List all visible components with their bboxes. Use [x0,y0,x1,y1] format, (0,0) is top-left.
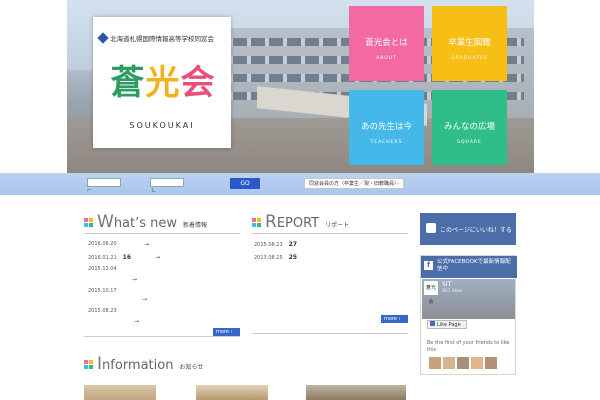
class-select-corner-icon: ∟ [151,187,157,194]
report-divider [252,233,408,234]
whatsnew-divider [84,233,240,234]
news-date: 2015.11.04 [88,266,117,272]
friend-avatar[interactable] [471,357,483,369]
facebook-small-icon [430,321,435,326]
logo-kanji: 蒼光会 [110,63,216,103]
facebook-like-button[interactable]: このページにいいね！する [420,213,516,245]
site-logo[interactable]: 北海道札幌国際情報高等学校同窓会 蒼光会 SOUKOUKAI [93,17,231,148]
friend-avatar[interactable] [485,357,497,369]
like-label: このページにいいね！する [440,227,512,234]
tile-square[interactable]: みんなの広場 SQUARE [432,90,507,165]
logo-roman: SOUKOUKAI [129,121,195,130]
friend-avatar[interactable] [443,357,455,369]
news-date: 2015.10.17 [88,288,117,294]
thumbs-up-icon [426,223,436,233]
facebook-page-name[interactable]: SIT [442,281,451,288]
facebook-widget: f 公式FACEBOOKで最新情報配信中 蒼光会 SIT 951 likes L… [420,255,517,375]
friend-avatar[interactable] [429,357,441,369]
report-more-button[interactable]: more › [381,315,408,323]
whatsnew-title: What’s new 新着情報 [97,212,208,232]
facebook-cover-photo[interactable]: 蒼光会 SIT 951 likes Like Page [422,279,515,329]
whatsnew-more-button[interactable]: more › [213,328,240,336]
information-image[interactable] [84,385,156,400]
year-select-corner-icon: ⌐ [87,187,93,194]
chevron-right-icon: › [397,181,399,187]
whatsnew-bottom-rule [84,336,240,337]
report-bottom-rule [252,333,408,334]
information-image[interactable] [196,385,268,400]
tile-about[interactable]: 蒼光会とは ABOUT [349,6,424,81]
information-quad-icon [84,360,94,370]
news-date: 2015.08.23 [88,308,117,314]
like-page-button[interactable]: Like Page [427,320,467,329]
news-date: 2016.06.20 [88,241,117,247]
information-title: Information お知らせ [97,354,204,374]
search-bar: ⌐ ∟ GO 同窓会員の方（卒業生／現・旧教職員） › [0,173,600,195]
news-link-arrow[interactable]: → [144,241,149,248]
whatsnew-quad-icon [84,218,94,228]
facebook-widget-header: f 公式FACEBOOKで最新情報配信中 [421,256,517,278]
report-title: REPORT リポート [265,212,350,232]
news-link-arrow[interactable]: → [134,318,139,325]
news-link-arrow[interactable]: → [142,296,147,303]
report-item[interactable]: 2015.08.23 27 [254,241,297,248]
facebook-like-count: 951 likes [442,289,463,294]
facebook-page-logo: 蒼光会 [424,281,438,305]
friend-avatar[interactable] [457,357,469,369]
report-item[interactable]: 2013.08.25 25 [254,254,297,261]
year-select[interactable] [87,178,121,187]
news-date: 2016.01.21 16 [88,254,131,261]
tile-graduates[interactable]: 卒業生図鑑 GRADUATES [432,6,507,81]
news-link-arrow[interactable]: → [155,254,160,261]
information-image[interactable] [306,385,406,400]
org-diamond-icon [97,32,109,44]
facebook-friends-text: Be the first of your friends to like thi… [427,340,510,353]
news-link-arrow[interactable]: → [132,276,137,283]
report-quad-icon [252,218,262,228]
go-button[interactable]: GO [230,178,260,189]
facebook-icon: f [424,261,433,270]
org-name: 北海道札幌国際情報高等学校同窓会 [110,35,214,43]
tile-teachers[interactable]: あの先生は今 TEACHERS [349,90,424,165]
member-login-button[interactable]: 同窓会員の方（卒業生／現・旧教職員） › [304,178,404,189]
class-select[interactable] [150,178,184,187]
